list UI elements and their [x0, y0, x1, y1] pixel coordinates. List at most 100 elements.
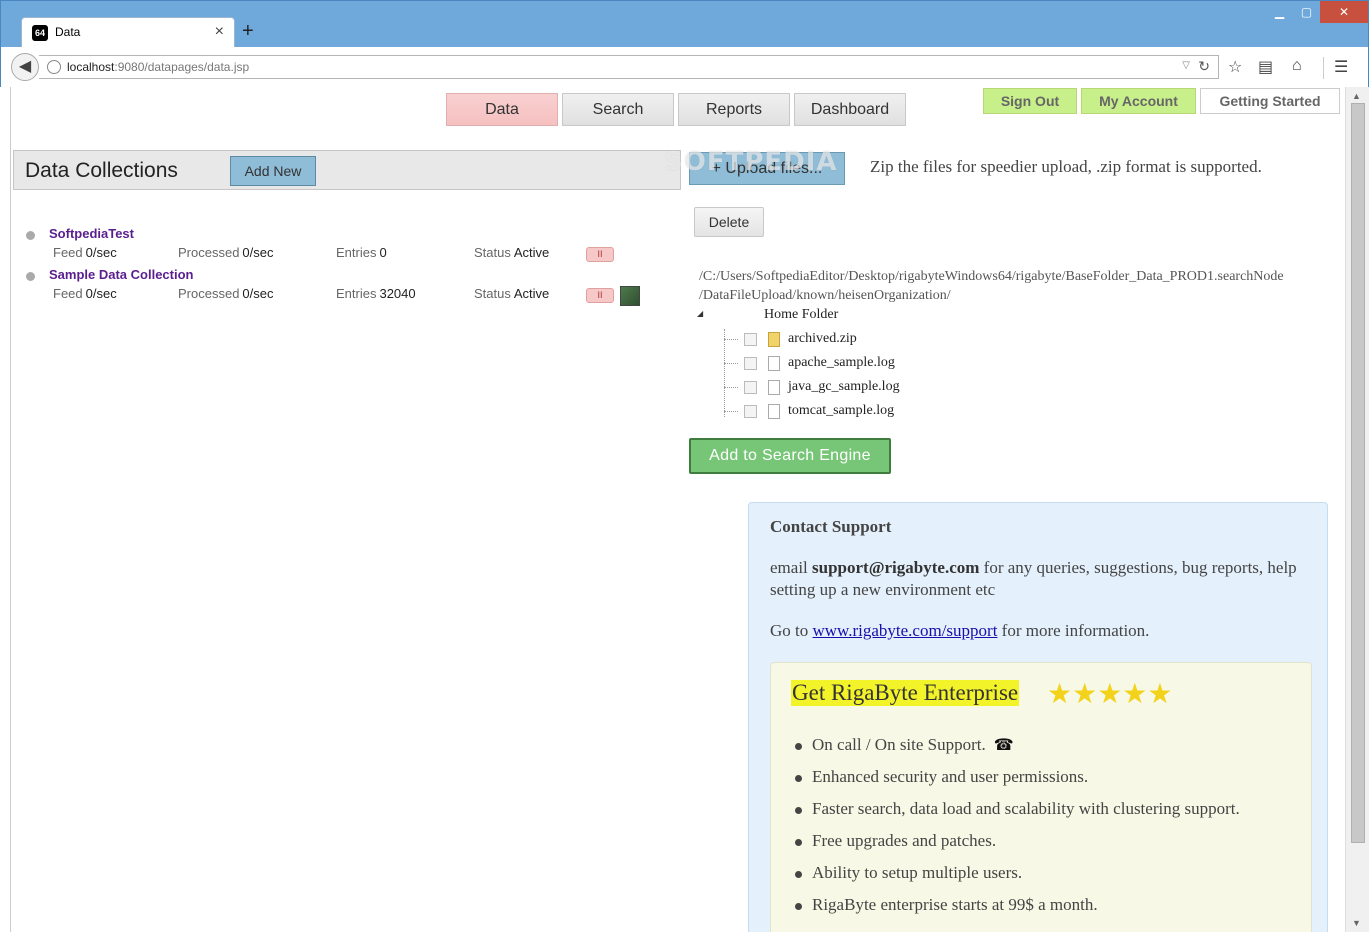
support-link-text: Go to www.rigabyte.com/support for more … [770, 621, 1149, 641]
file-checkbox[interactable] [744, 405, 757, 418]
url-bar[interactable]: localhost:9080/datapages/data.jsp ▽ ↻ [39, 55, 1219, 79]
support-title: Contact Support [770, 517, 892, 536]
upload-label: Upload files... [725, 160, 823, 177]
tab-data[interactable]: Data [446, 93, 558, 126]
reload-icon[interactable]: ↻ [1198, 58, 1210, 75]
tab-search[interactable]: Search [562, 93, 674, 126]
status-label: Status [474, 245, 511, 260]
processed-value: 0/sec [242, 245, 274, 260]
file-icon [768, 380, 780, 395]
file-checkbox[interactable] [744, 357, 757, 370]
tree-collapse-icon[interactable]: ◢ [697, 309, 703, 318]
feature-item: Ability to setup multiple users. [795, 863, 1240, 895]
file-node: archived.zip [724, 329, 1024, 351]
go-suffix: for more information. [1001, 621, 1150, 640]
phone-icon: ☎ [993, 735, 1014, 754]
enterprise-features: On call / On site Support. ☎ Enhanced sec… [795, 735, 1240, 927]
feature-item: Faster search, data load and scalability… [795, 799, 1240, 831]
file-node: apache_sample.log [724, 353, 1024, 375]
status-stat: Status Active [474, 245, 549, 260]
favicon-icon: 64 [32, 25, 48, 41]
upload-files-button[interactable]: + Upload files... [689, 152, 845, 185]
file-icon [768, 404, 780, 419]
collection-name[interactable]: Sample Data Collection [49, 267, 193, 282]
entries-stat: Entries 0 [336, 245, 387, 260]
processed-label: Processed [178, 245, 240, 260]
maximize-icon[interactable]: ▢ [1293, 1, 1320, 23]
reading-list-icon[interactable]: ▤ [1258, 57, 1273, 77]
scroll-up-icon[interactable]: ▲ [1352, 91, 1361, 101]
file-name[interactable]: archived.zip [788, 331, 857, 347]
plus-icon: + [711, 160, 726, 177]
processed-stat: Processed 0/sec [178, 245, 274, 260]
vertical-scrollbar[interactable]: ▲ ▼ [1345, 87, 1369, 932]
file-icon [768, 356, 780, 371]
tab-title: Data [55, 25, 81, 39]
sign-out-button[interactable]: Sign Out [983, 88, 1077, 114]
home-icon[interactable]: ⌂ [1292, 57, 1302, 75]
file-checkbox[interactable] [744, 333, 757, 346]
feed-stat: Feed 0/sec [53, 286, 117, 301]
status-value: Active [513, 245, 550, 260]
url-path: :9080/datapages/data.jsp [114, 60, 250, 74]
close-tab-icon[interactable]: × [215, 23, 224, 41]
contact-support-panel: Contact Support email support@rigabyte.c… [748, 502, 1328, 932]
file-name[interactable]: apache_sample.log [788, 355, 895, 371]
status-stat: Status Active [474, 286, 549, 301]
pause-button[interactable]: II [586, 288, 614, 303]
scroll-down-icon[interactable]: ▼ [1352, 918, 1361, 928]
status-value: Active [513, 286, 550, 301]
add-to-search-engine-button[interactable]: Add to Search Engine [689, 438, 891, 474]
collection-item: SoftpediaTest Feed 0/sec Processed 0/sec E… [24, 226, 664, 266]
window-close-icon[interactable]: ✕ [1320, 1, 1368, 23]
tab-reports[interactable]: Reports [678, 93, 790, 126]
collection-name[interactable]: SoftpediaTest [49, 226, 134, 241]
email-prefix: email [770, 558, 808, 577]
support-link[interactable]: www.rigabyte.com/support [813, 621, 998, 640]
star-rating-icon: ★★★★★ [1047, 677, 1173, 710]
browser-chrome: 64 Data × + ▁ ▢ ✕ ◀ localhost:9080/datap… [0, 0, 1369, 88]
minimize-icon[interactable]: ▁ [1266, 1, 1293, 23]
collections-title: Data Collections [25, 159, 178, 182]
feature-item: RigaByte enterprise starts at 99$ a mont… [795, 895, 1240, 927]
scroll-thumb[interactable] [1351, 103, 1365, 843]
feature-item: Enhanced security and user permissions. [795, 767, 1240, 799]
my-account-button[interactable]: My Account [1081, 88, 1196, 114]
tab-dashboard[interactable]: Dashboard [794, 93, 906, 126]
tab-strip: 64 Data × + ▁ ▢ ✕ [1, 1, 1368, 47]
tree-branch [724, 411, 738, 412]
file-name[interactable]: java_gc_sample.log [788, 379, 900, 395]
pause-button[interactable]: II [586, 247, 614, 262]
tree-branch [724, 387, 738, 388]
browser-tab[interactable]: 64 Data × [21, 17, 235, 47]
support-email-text: email support@rigabyte.com for any queri… [770, 557, 1340, 601]
feed-stat: Feed 0/sec [53, 245, 117, 260]
status-label: Status [474, 286, 511, 301]
go-prefix: Go to [770, 621, 809, 640]
add-new-button[interactable]: Add New [230, 156, 316, 186]
enterprise-box: Get RigaByte Enterprise ★★★★★ On call / … [770, 662, 1312, 932]
delete-button[interactable]: Delete [694, 207, 764, 237]
url-dropdown-icon[interactable]: ▽ [1182, 60, 1190, 71]
toolbar-separator [1323, 57, 1324, 79]
file-checkbox[interactable] [744, 381, 757, 394]
getting-started-button[interactable]: Getting Started [1200, 88, 1340, 114]
upload-hint: Zip the files for speedier upload, .zip … [870, 157, 1262, 176]
home-folder-node[interactable]: Home Folder [764, 307, 838, 323]
collection-item: Sample Data Collection Feed 0/sec Process… [24, 267, 664, 307]
status-dot [26, 272, 35, 281]
new-tab-icon[interactable]: + [242, 20, 254, 43]
back-icon[interactable]: ◀ [11, 53, 39, 81]
star-icon[interactable]: ☆ [1228, 57, 1242, 77]
feed-value: 0/sec [85, 245, 117, 260]
enterprise-title: Get RigaByte Enterprise [791, 680, 1020, 706]
file-node: java_gc_sample.log [724, 377, 1024, 399]
folder-path: /C:/Users/SoftpediaEditor/Desktop/rigaby… [699, 267, 1339, 305]
feed-value: 0/sec [85, 286, 117, 301]
left-rail [0, 87, 11, 932]
menu-icon[interactable]: ☰ [1334, 57, 1348, 77]
support-email-address: support@rigabyte.com [812, 558, 980, 577]
file-name[interactable]: tomcat_sample.log [788, 403, 894, 419]
tree-branch [724, 339, 738, 340]
collection-thumbnail[interactable] [620, 286, 640, 306]
